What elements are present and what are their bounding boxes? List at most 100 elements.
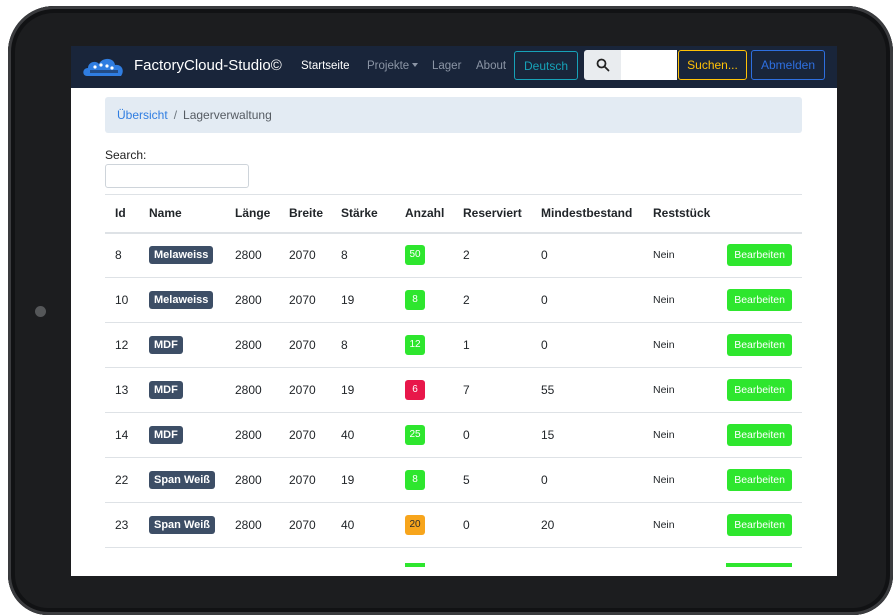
inventory-table-wrap: Id Name Länge Breite Stärke Anzahl Reser… <box>105 194 802 576</box>
cell-name: MDF <box>139 367 225 413</box>
cell-anzahl: 6 <box>395 367 453 413</box>
cell-id: 22 <box>105 457 139 503</box>
cell-mindestbestand: 15 <box>531 412 643 458</box>
edit-button[interactable]: Bearbeiten <box>727 514 792 536</box>
col-header-name[interactable]: Name <box>139 194 225 234</box>
table-header-row: Id Name Länge Breite Stärke Anzahl Reser… <box>105 194 802 234</box>
breadcrumb-link-overview[interactable]: Übersicht <box>117 108 168 122</box>
cell-id: 13 <box>105 367 139 413</box>
cell-laenge: 2800 <box>225 277 279 323</box>
cell-id: 12 <box>105 322 139 368</box>
cell-reststueck: Nein <box>643 367 719 413</box>
cell-mindestbestand: 0 <box>531 277 643 323</box>
cell-name: Span Weiß <box>139 457 225 503</box>
quantity-badge: 20 <box>405 515 425 535</box>
cell-breite: 2070 <box>279 502 331 548</box>
brand-name[interactable]: FactoryCloud-Studio© <box>134 57 282 74</box>
language-button[interactable]: Deutsch <box>514 51 578 80</box>
cell-laenge: 2800 <box>225 502 279 548</box>
cell-mindestbestand: 0 <box>531 322 643 368</box>
edit-button[interactable]: Bearbeiten <box>727 469 792 491</box>
cell-breite: 2070 <box>279 367 331 413</box>
cell-staerke: 8 <box>331 322 395 368</box>
cell-laenge: 2800 <box>225 367 279 413</box>
name-badge: Span Weiß <box>149 516 216 534</box>
table-row: 14 MDF 2800 2070 40 25 0 15 Nein Bearbei… <box>105 412 802 458</box>
name-badge: MDF <box>149 426 183 444</box>
cell-action: Bearbeiten <box>719 412 802 458</box>
search-button[interactable]: Suchen... <box>678 50 747 80</box>
breadcrumb: Übersicht / Lagerverwaltung <box>105 97 802 133</box>
col-header-id[interactable]: Id <box>105 194 139 234</box>
edit-button[interactable]: Bearbeiten <box>727 334 792 356</box>
cell-breite: 2070 <box>279 277 331 323</box>
cell-breite: 2070 <box>279 322 331 368</box>
quantity-badge: 8 <box>405 290 425 310</box>
cell-action: Bearbeiten <box>719 367 802 413</box>
cell-reserviert: 2 <box>453 232 531 278</box>
cell-action: Bearbeiten <box>719 322 802 368</box>
nav-lager[interactable]: Lager <box>432 60 461 72</box>
col-header-breite[interactable]: Breite <box>279 194 331 234</box>
table-row: 8 Melaweiss 2800 2070 8 50 2 0 Nein Bear… <box>105 232 802 278</box>
edit-button[interactable]: Bearbeiten <box>727 424 792 446</box>
navbar-search-input[interactable] <box>621 50 677 80</box>
table-row: 22 Span Weiß 2800 2070 19 8 5 0 Nein Bea… <box>105 457 802 503</box>
cell-laenge: 2800 <box>225 232 279 278</box>
edit-button[interactable]: Bearbeiten <box>727 379 792 401</box>
cell-staerke: 8 <box>331 232 395 278</box>
cell-staerke: 19 <box>331 367 395 413</box>
name-badge: MDF <box>149 381 183 399</box>
edit-button[interactable]: Bearbeiten <box>727 244 792 267</box>
cell-anzahl: 50 <box>395 232 453 278</box>
app-screen: FactoryCloud-Studio© Startseite Projekte… <box>71 46 837 576</box>
name-badge: Melaweiss <box>149 291 214 309</box>
cell-staerke: 40 <box>331 502 395 548</box>
table-row: 13 MDF 2800 2070 19 6 7 55 Nein Bearbeit… <box>105 367 802 413</box>
cell-reststueck: Nein <box>643 502 719 548</box>
quantity-badge: 8 <box>405 470 425 490</box>
cell-id: 14 <box>105 412 139 458</box>
nav-about[interactable]: About <box>476 60 506 72</box>
name-badge: MDF <box>149 336 183 354</box>
cell-reserviert: 5 <box>453 457 531 503</box>
cell-reserviert: 2 <box>453 277 531 323</box>
table-search-label: Search: <box>105 148 147 162</box>
cell-reserviert: 0 <box>453 412 531 458</box>
edit-button[interactable]: Bearbeiten <box>727 289 792 311</box>
cell-staerke: 19 <box>331 457 395 503</box>
cell-anzahl: 8 <box>395 277 453 323</box>
nav-startseite[interactable]: Startseite <box>301 60 350 72</box>
logout-button[interactable]: Abmelden <box>751 50 825 80</box>
col-header-action <box>719 194 802 234</box>
search-icon <box>596 58 609 72</box>
cell-reststueck: Nein <box>643 232 719 278</box>
cell-reserviert: 7 <box>453 367 531 413</box>
col-header-laenge[interactable]: Länge <box>225 194 279 234</box>
col-header-reserviert[interactable]: Reserviert <box>453 194 531 234</box>
cloud-logo-icon[interactable] <box>81 54 127 80</box>
cell-anzahl: 8 <box>395 457 453 503</box>
nav-projekte-label: Projekte <box>367 60 410 72</box>
nav-projekte[interactable]: Projekte <box>367 60 419 72</box>
table-row: 12 MDF 2800 2070 8 12 1 0 Nein Bearbeite… <box>105 322 802 368</box>
top-navbar: FactoryCloud-Studio© Startseite Projekte… <box>71 46 837 88</box>
table-search-input[interactable] <box>105 164 249 188</box>
name-badge: Span Weiß <box>149 471 216 489</box>
cell-laenge: 2800 <box>225 412 279 458</box>
cell-reststueck: Nein <box>643 322 719 368</box>
col-header-staerke[interactable]: Stärke <box>331 194 395 234</box>
cell-name: Span Weiß <box>139 502 225 548</box>
table-row-partial <box>105 547 802 576</box>
col-header-reststueck[interactable]: Reststück <box>643 194 719 234</box>
table-body: 8 Melaweiss 2800 2070 8 50 2 0 Nein Bear… <box>105 232 802 576</box>
cell-staerke: 40 <box>331 412 395 458</box>
cell-reststueck: Nein <box>643 277 719 323</box>
cell-name: Melaweiss <box>139 277 225 323</box>
col-header-mindestbestand[interactable]: Mindestbestand <box>531 194 643 234</box>
cell-action: Bearbeiten <box>719 277 802 323</box>
cell-reserviert: 1 <box>453 322 531 368</box>
caret-down-icon <box>412 63 419 67</box>
col-header-anzahl[interactable]: Anzahl <box>395 194 453 234</box>
cell-mindestbestand: 55 <box>531 367 643 413</box>
